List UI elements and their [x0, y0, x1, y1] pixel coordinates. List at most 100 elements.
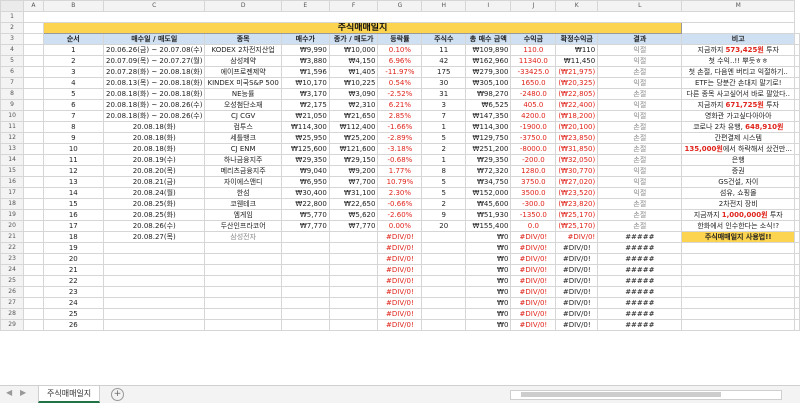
cell-profit[interactable]: 11340.0	[510, 55, 557, 67]
cell-profit[interactable]: #DIV/0!	[510, 242, 557, 254]
cell-name[interactable]	[204, 297, 282, 309]
cell-name[interactable]: 두산인프라코어	[204, 220, 282, 232]
cell-note[interactable]: 코로나 2차 유행, 648,910원	[681, 121, 795, 133]
cell-n[interactable]: 17	[42, 220, 105, 232]
cell-profit[interactable]: 405.0	[510, 99, 557, 111]
cell-profit[interactable]: -200.0	[510, 154, 557, 166]
cell-total[interactable]: ₩0	[465, 231, 512, 243]
cell-total[interactable]: ₩0	[465, 275, 512, 287]
cell-qty[interactable]: 7	[421, 110, 467, 122]
cell[interactable]	[23, 55, 44, 67]
cell-profit[interactable]: -3750.0	[510, 132, 557, 144]
cell-buy[interactable]: ₩9,040	[280, 165, 330, 177]
cell-qty[interactable]	[421, 275, 467, 287]
cell-buy[interactable]: ₩114,300	[280, 121, 330, 133]
cell-fixed[interactable]: (₩23,850)	[555, 132, 599, 144]
cell-qty[interactable]	[421, 231, 467, 243]
cell[interactable]	[23, 143, 44, 155]
cell-qty[interactable]: 42	[421, 55, 467, 67]
cell-buy[interactable]: ₩125,600	[280, 143, 330, 155]
cell-date[interactable]: 20.06.26(금) ~ 20.07.08(수)	[103, 44, 206, 56]
cell-buy[interactable]: ₩7,770	[280, 220, 330, 232]
cell-n[interactable]: 10	[42, 143, 105, 155]
cell-buy[interactable]	[280, 275, 330, 287]
cell-buy[interactable]: ₩1,596	[280, 66, 330, 78]
cell-sell[interactable]	[328, 253, 379, 265]
row-number[interactable]: 12	[0, 132, 25, 144]
cell-buy[interactable]: ₩21,050	[280, 110, 330, 122]
cell-profit[interactable]: 110.0	[510, 44, 557, 56]
cell-total[interactable]: ₩34,750	[465, 176, 512, 188]
column-header[interactable]: K	[555, 0, 599, 12]
cell-rate[interactable]: #DIV/0!	[377, 264, 423, 276]
row-number[interactable]: 19	[0, 209, 25, 221]
cell-date[interactable]	[103, 264, 206, 276]
cell-res[interactable]: 익절	[597, 165, 683, 177]
cell-n[interactable]: 7	[42, 110, 105, 122]
cell[interactable]	[23, 165, 44, 177]
cell[interactable]	[23, 220, 44, 232]
cell-profit[interactable]: -2480.0	[510, 88, 557, 100]
cell-total[interactable]: ₩147,350	[465, 110, 512, 122]
cell-qty[interactable]: 2	[421, 143, 467, 155]
cell-buy[interactable]: ₩6,950	[280, 176, 330, 188]
row-number[interactable]: 13	[0, 143, 25, 155]
cell-date[interactable]	[103, 253, 206, 265]
horizontal-scrollbar[interactable]	[510, 390, 782, 400]
cell-total[interactable]: ₩251,200	[465, 143, 512, 155]
cell-profit[interactable]: #DIV/0!	[510, 286, 557, 298]
cell-fixed[interactable]: (₩25,170)	[555, 209, 599, 221]
cell-buy[interactable]	[280, 308, 330, 320]
cell-res[interactable]: 손절	[597, 154, 683, 166]
cell[interactable]	[794, 55, 800, 67]
cell-n[interactable]: 12	[42, 165, 105, 177]
cell-sell[interactable]: ₩3,090	[328, 88, 379, 100]
cell-n[interactable]: 26	[42, 319, 105, 331]
cell-res[interactable]: #####	[597, 275, 683, 287]
cell-total[interactable]: ₩0	[465, 297, 512, 309]
column-header[interactable]: A	[23, 0, 44, 12]
cell-fixed[interactable]: (₩23,520)	[555, 187, 599, 199]
cell-res[interactable]: 손절	[597, 220, 683, 232]
column-header[interactable]: I	[465, 0, 512, 12]
cell-fixed[interactable]: #DIV/0!	[555, 308, 599, 320]
cell-qty[interactable]	[421, 264, 467, 276]
cell-note[interactable]	[681, 275, 795, 287]
cell-profit[interactable]: 0.0	[510, 220, 557, 232]
cell-res[interactable]: 손절	[597, 132, 683, 144]
cell[interactable]	[23, 286, 44, 298]
cell-date[interactable]	[103, 297, 206, 309]
cell-fixed[interactable]: (₩31,850)	[555, 143, 599, 155]
cell-name[interactable]: KODEX 2차전지산업	[204, 44, 282, 56]
cell[interactable]	[794, 209, 800, 221]
column-header[interactable]: H	[421, 0, 467, 12]
cell-sell[interactable]: ₩10,000	[328, 44, 379, 56]
column-header[interactable]: G	[377, 0, 423, 12]
cell[interactable]	[794, 275, 800, 287]
cell-qty[interactable]	[421, 253, 467, 265]
cell[interactable]	[794, 110, 800, 122]
cell-rate[interactable]: 0.00%	[377, 220, 423, 232]
cell-name[interactable]: NE능률	[204, 88, 282, 100]
cell-n[interactable]: 9	[42, 132, 105, 144]
cell-name[interactable]: 자이에스앤디	[204, 176, 282, 188]
cell[interactable]	[794, 77, 800, 89]
cell-n[interactable]: 11	[42, 154, 105, 166]
cell-res[interactable]: #####	[597, 319, 683, 331]
prev-sheet-icon[interactable]: ◀	[6, 388, 12, 397]
cell-note[interactable]: 첫 수익..!! 뿌듯ㅎㅎ	[681, 55, 795, 67]
cell-sell[interactable]: ₩112,400	[328, 121, 379, 133]
cell-profit[interactable]: 1650.0	[510, 77, 557, 89]
cell-profit[interactable]: #DIV/0!	[510, 264, 557, 276]
cell-profit[interactable]: #DIV/0!	[510, 319, 557, 331]
cell-qty[interactable]: 1	[421, 154, 467, 166]
cell-name[interactable]: 오성첨단소재	[204, 99, 282, 111]
cell-sell[interactable]	[328, 275, 379, 287]
cell-sell[interactable]: ₩4,150	[328, 55, 379, 67]
cell-sell[interactable]: ₩25,200	[328, 132, 379, 144]
cell-res[interactable]: 손절	[597, 121, 683, 133]
cell-rate[interactable]: -0.68%	[377, 154, 423, 166]
cell-note[interactable]: ETF는 당분간 손대지 말기로!	[681, 77, 795, 89]
cell-fixed[interactable]: (₩20,325)	[555, 77, 599, 89]
cell-date[interactable]: 20.08.18(화) ~ 20.08.26(수)	[103, 99, 206, 111]
